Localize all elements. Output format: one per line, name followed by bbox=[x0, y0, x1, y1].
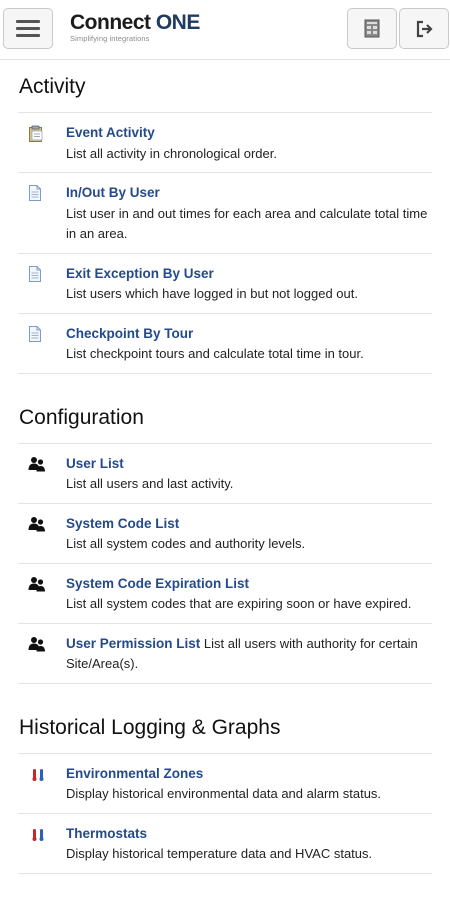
list-item-system-code-list[interactable]: System Code List List all system codes a… bbox=[18, 504, 432, 564]
users-icon bbox=[28, 576, 45, 591]
document-icon bbox=[29, 265, 41, 282]
report-icon bbox=[364, 19, 380, 37]
checkpoint-by-tour-desc: List checkpoint tours and calculate tota… bbox=[66, 346, 364, 361]
document-icon bbox=[29, 325, 41, 342]
section-title-configuration: Configuration bbox=[18, 392, 432, 444]
thermometer-icon bbox=[32, 828, 44, 841]
top-bar: Connect ONE Simplifying integrations bbox=[0, 0, 450, 60]
thermostats-link[interactable]: Thermostats bbox=[66, 824, 432, 845]
logout-button[interactable] bbox=[399, 8, 449, 49]
event-activity-link[interactable]: Event Activity bbox=[66, 123, 432, 144]
section-title-historical: Historical Logging & Graphs bbox=[18, 702, 432, 754]
list-item-user-list[interactable]: User List List all users and last activi… bbox=[18, 444, 432, 504]
environmental-zones-link[interactable]: Environmental Zones bbox=[66, 764, 432, 785]
system-code-expiration-list-link[interactable]: System Code Expiration List bbox=[66, 574, 432, 595]
list-item-in-out-by-user[interactable]: In/Out By User List user in and out time… bbox=[18, 173, 432, 254]
logo-accent-text: ONE bbox=[155, 11, 201, 34]
exit-exception-by-user-desc: List users which have logged in but not … bbox=[66, 286, 358, 301]
logo-wordmark: Connect ONE bbox=[70, 12, 200, 34]
system-code-list-desc: List all system codes and authority leve… bbox=[66, 536, 306, 551]
menu-button[interactable] bbox=[3, 8, 53, 49]
user-list-link[interactable]: User List bbox=[66, 454, 432, 475]
in-out-by-user-desc: List user in and out times for each area… bbox=[66, 205, 428, 242]
environmental-zones-desc: Display historical environmental data an… bbox=[66, 786, 382, 801]
logo-tagline: Simplifying integrations bbox=[70, 34, 150, 43]
thermometer-icon bbox=[32, 768, 44, 781]
logout-icon bbox=[416, 20, 433, 37]
thermostats-desc: Display historical temperature data and … bbox=[66, 846, 373, 861]
report-button[interactable] bbox=[347, 8, 397, 49]
clipboard-icon bbox=[29, 125, 43, 142]
event-activity-desc: List all activity in chronological order… bbox=[66, 145, 277, 161]
list-item-event-activity[interactable]: Event Activity List all activity in chro… bbox=[18, 113, 432, 173]
users-icon bbox=[28, 516, 45, 531]
user-permission-list-link[interactable]: User Permission List bbox=[66, 636, 200, 651]
users-icon bbox=[28, 636, 45, 651]
list-item-system-code-expiration-list[interactable]: System Code Expiration List List all sys… bbox=[18, 564, 432, 624]
checkpoint-by-tour-link[interactable]: Checkpoint By Tour bbox=[66, 324, 432, 345]
list-item-environmental-zones[interactable]: Environmental Zones Display historical e… bbox=[18, 754, 432, 814]
exit-exception-by-user-link[interactable]: Exit Exception By User bbox=[66, 264, 432, 285]
document-icon bbox=[29, 185, 41, 201]
app-logo: Connect ONE Simplifying integrations bbox=[70, 12, 200, 44]
users-icon bbox=[28, 456, 45, 471]
main-content: Activity Event Activity List all activit… bbox=[0, 60, 450, 874]
system-code-list-link[interactable]: System Code List bbox=[66, 514, 432, 535]
list-item-thermostats[interactable]: Thermostats Display historical temperatu… bbox=[18, 814, 432, 874]
section-title-activity: Activity bbox=[18, 60, 432, 113]
user-list-desc: List all users and last activity. bbox=[66, 476, 234, 491]
hamburger-icon bbox=[16, 20, 40, 37]
in-out-by-user-link[interactable]: In/Out By User bbox=[66, 183, 432, 204]
system-code-expiration-list-desc: List all system codes that are expiring … bbox=[66, 596, 412, 611]
list-item-checkpoint-by-tour[interactable]: Checkpoint By Tour List checkpoint tours… bbox=[18, 314, 432, 374]
list-item-user-permission-list[interactable]: User Permission List List all users with… bbox=[18, 624, 432, 684]
list-item-exit-exception-by-user[interactable]: Exit Exception By User List users which … bbox=[18, 254, 432, 314]
logo-main-text: Connect bbox=[70, 11, 156, 34]
